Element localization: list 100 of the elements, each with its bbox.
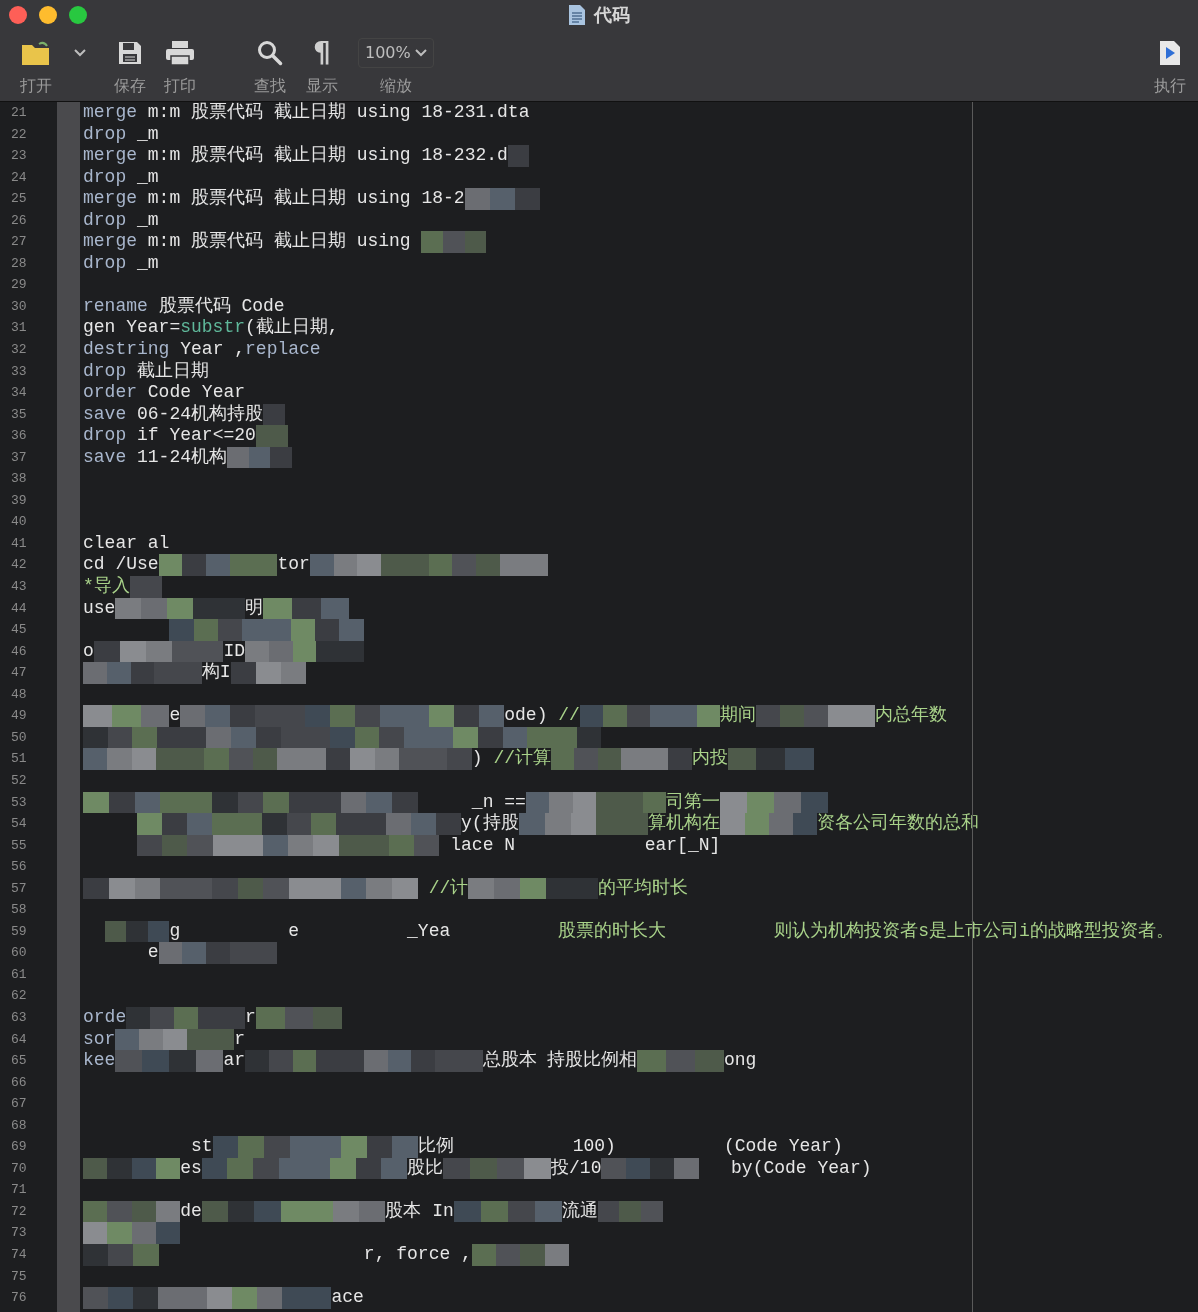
line-number: 61	[10, 965, 28, 984]
line-number: 43	[10, 578, 28, 597]
printer-icon	[165, 40, 195, 66]
code-text: merge	[83, 102, 137, 124]
code-text: merge	[83, 188, 137, 210]
find-button[interactable]: 查找	[254, 38, 286, 98]
zoom-dropdown[interactable]: 100%	[358, 38, 434, 68]
line-number: 21	[10, 104, 28, 122]
play-document-icon	[1159, 40, 1181, 66]
line-number: 31	[10, 319, 28, 338]
code-text: use	[83, 597, 116, 620]
line-number: 57	[10, 879, 28, 898]
code-text: destring	[83, 339, 170, 361]
line-number: 50	[10, 728, 28, 747]
code-text: 流通	[561, 1200, 598, 1223]
code-comment: //计	[427, 877, 469, 900]
code-text: _m	[136, 209, 159, 232]
code-comment: 期间	[720, 705, 757, 727]
code-comment: 司第一	[666, 791, 721, 813]
code-text: _n ==	[470, 791, 526, 813]
line-number: 36	[10, 427, 28, 446]
line-number: 60	[10, 944, 28, 963]
code-text: substr	[180, 317, 246, 339]
line-number: 64	[10, 1030, 28, 1049]
open-button[interactable]: 打开	[20, 38, 52, 98]
line-number: 48	[10, 685, 28, 704]
code-text: drop	[83, 360, 127, 383]
code-text: drop	[83, 123, 127, 146]
line-number: 34	[10, 384, 28, 403]
line-number: 22	[10, 125, 28, 144]
line-number: 47	[10, 664, 28, 683]
code-text: )	[471, 748, 483, 770]
code-text: lace N ear[_N]	[449, 834, 721, 857]
minimize-button[interactable]	[39, 6, 57, 24]
code-comment: *导入	[83, 576, 130, 598]
code-text: orde	[83, 1006, 127, 1029]
line-number: 59	[10, 922, 28, 941]
code-text: merge	[83, 145, 137, 167]
code-comment: 股票的时长大 则认为机构投资者s是上市公司i的战略型投资者。	[557, 920, 1174, 943]
line-number: 54	[10, 815, 28, 834]
line-number: 30	[10, 297, 28, 316]
code-text: ode)	[504, 705, 549, 727]
print-button[interactable]: 打印	[164, 38, 196, 98]
code-comment: //计算	[492, 748, 552, 770]
line-number: 38	[10, 470, 28, 489]
code-comment: 内投	[691, 748, 728, 770]
code-text: clear al	[83, 532, 170, 555]
close-button[interactable]	[9, 6, 27, 24]
line-number: 53	[10, 793, 28, 812]
code-text: Year ,	[179, 339, 246, 361]
code-text: drop	[83, 252, 127, 275]
pixelated-area	[421, 231, 487, 253]
code-text: 截止日期	[136, 360, 210, 383]
zoom-button[interactable]	[69, 6, 87, 24]
code-text: r	[245, 1006, 256, 1029]
save-button[interactable]: 保存	[114, 38, 146, 98]
line-number: 45	[10, 621, 28, 640]
code-text: cd /Use	[83, 554, 159, 576]
line-number: 71	[10, 1181, 28, 1200]
code-text: by(Code Year)	[730, 1157, 872, 1180]
code-text: e	[169, 705, 181, 727]
code-text: m:m 股票代码 截止日期 using	[146, 231, 411, 253]
code-text: r	[234, 1028, 246, 1051]
code-comment: 算机构在	[648, 813, 721, 835]
line-number: 44	[10, 599, 28, 618]
code-text: 06-24机构持股	[136, 403, 264, 426]
line-number: 33	[10, 362, 28, 381]
code-text: sor	[83, 1028, 116, 1051]
code-text: st	[190, 1136, 213, 1158]
pixelated-area	[597, 1200, 663, 1223]
line-number: 23	[10, 147, 28, 166]
code-text: ar	[223, 1050, 246, 1072]
code-text: drop	[83, 209, 127, 232]
line-number: 55	[10, 836, 28, 855]
line-number: 68	[10, 1116, 28, 1135]
run-button[interactable]: 执行	[1154, 38, 1186, 98]
show-button[interactable]: ¶ 显示	[306, 38, 338, 98]
code-text: replace	[245, 339, 321, 361]
line-number: 49	[10, 707, 28, 726]
code-text: order	[83, 382, 137, 404]
code-text: 投/10	[551, 1157, 602, 1180]
code-text: if Year<=20	[136, 425, 256, 447]
line-number: 65	[10, 1052, 28, 1071]
code-text: 股票代码 Code	[157, 295, 285, 317]
code-text: m:m 股票代码 截止日期 using 18-231.dta	[146, 102, 530, 124]
code-text: _m	[136, 166, 159, 189]
code-comment: 资各公司年数的总和	[817, 813, 980, 835]
code-text: ong	[723, 1050, 757, 1072]
code-text: kee	[83, 1050, 116, 1072]
window-title: 代码	[594, 3, 630, 27]
code-text: r, force ,	[362, 1244, 472, 1266]
line-number: 39	[10, 491, 28, 510]
line-number: 52	[10, 771, 28, 790]
line-number: 69	[10, 1138, 28, 1157]
code-text: 11-24机构	[136, 446, 228, 469]
code-comment: 的平均时长	[597, 877, 688, 900]
code-text: 比例 100) (Code Year)	[417, 1136, 843, 1158]
line-number: 28	[10, 254, 28, 273]
code-text: 构I	[201, 662, 231, 684]
line-number: 73	[10, 1224, 28, 1243]
